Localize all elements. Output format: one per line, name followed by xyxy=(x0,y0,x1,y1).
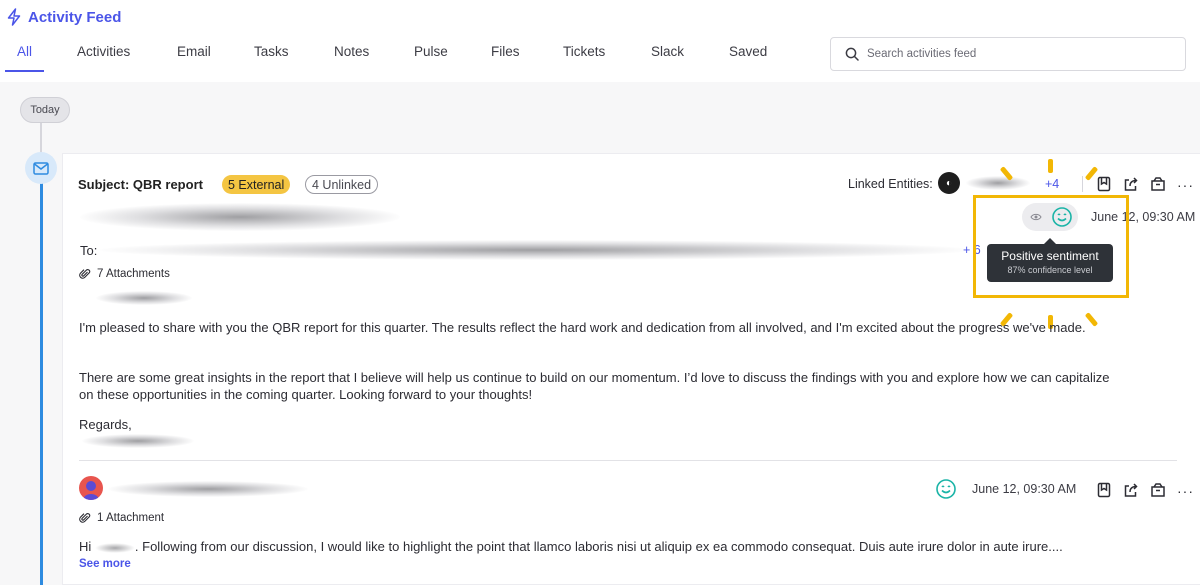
email-signoff: Regards, xyxy=(79,417,132,432)
timeline-mail-badge xyxy=(25,152,57,184)
search-icon xyxy=(845,47,859,61)
search-input[interactable] xyxy=(867,48,1167,60)
reply-text: . Following from our discussion, I would… xyxy=(134,539,1063,554)
linked-entities-label: Linked Entities: xyxy=(848,177,933,191)
top-bar: Activity Feed All Activities Email Tasks… xyxy=(0,0,1200,82)
tab-tasks[interactable]: Tasks xyxy=(254,44,289,70)
attachments-count: 7 Attachments xyxy=(97,268,170,280)
tab-all[interactable]: All xyxy=(4,44,45,72)
tab-activities[interactable]: Activities xyxy=(77,44,130,70)
tab-slack[interactable]: Slack xyxy=(651,44,684,70)
highlight-ray xyxy=(1048,159,1053,173)
page-title: Activity Feed xyxy=(28,8,122,26)
email-body-paragraph: I'm pleased to share with you the QBR re… xyxy=(79,320,1086,335)
divider xyxy=(1082,176,1083,192)
share-icon[interactable] xyxy=(1122,175,1140,193)
redacted-attachment xyxy=(96,291,192,305)
reply-date: June 12, 09:30 AM xyxy=(972,482,1077,496)
email-body-paragraph: There are some great insights in the rep… xyxy=(79,370,1110,402)
redacted-sender xyxy=(80,203,400,231)
linked-more-link[interactable]: +4 xyxy=(1045,177,1059,191)
tab-saved[interactable]: Saved xyxy=(729,44,767,70)
external-badge[interactable]: 5 External xyxy=(222,175,291,194)
bookmark-icon[interactable] xyxy=(1095,175,1113,193)
avatar[interactable] xyxy=(79,476,103,500)
email-subject: Subject: QBR report xyxy=(78,177,203,192)
redacted-name xyxy=(94,542,135,553)
see-more-link[interactable]: See more xyxy=(79,558,131,570)
tab-notes[interactable]: Notes xyxy=(334,44,369,70)
highlight-box xyxy=(973,195,1129,298)
redacted-signature xyxy=(82,434,194,448)
bookmark-icon[interactable] xyxy=(1095,481,1113,499)
search-box xyxy=(830,37,1186,71)
timeline-connector xyxy=(40,123,42,155)
smile-icon[interactable] xyxy=(935,478,957,500)
tab-files[interactable]: Files xyxy=(491,44,520,70)
redacted-recipients xyxy=(100,240,970,260)
attachments-count: 1 Attachment xyxy=(97,512,165,524)
attachments-link[interactable]: 1 Attachment xyxy=(79,512,164,524)
redacted-entity-name xyxy=(966,176,1030,190)
entity-avatar[interactable]: ◐ xyxy=(938,172,960,194)
redacted-sender xyxy=(108,481,308,497)
share-icon[interactable] xyxy=(1122,481,1140,499)
reply-greeting: Hi xyxy=(79,539,92,554)
mail-icon xyxy=(33,161,49,175)
reply-body: Hi . Following from our discussion, I wo… xyxy=(79,538,1119,555)
archive-icon[interactable] xyxy=(1149,481,1167,499)
paperclip-icon xyxy=(79,513,91,523)
more-icon[interactable]: ··· xyxy=(1177,483,1194,499)
paperclip-icon xyxy=(79,269,91,279)
tab-tickets[interactable]: Tickets xyxy=(563,44,605,70)
page-header: Activity Feed xyxy=(6,8,121,26)
timeline-line xyxy=(40,180,43,585)
day-pill: Today xyxy=(20,97,70,123)
thread-separator xyxy=(79,460,1177,461)
more-icon[interactable]: ··· xyxy=(1177,177,1194,193)
tab-email[interactable]: Email xyxy=(177,44,211,70)
bolt-icon xyxy=(7,8,21,26)
to-label: To: xyxy=(80,243,98,258)
unlinked-badge[interactable]: 4 Unlinked xyxy=(305,175,379,194)
attachments-link[interactable]: 7 Attachments xyxy=(79,268,170,280)
tab-pulse[interactable]: Pulse xyxy=(414,44,448,70)
archive-icon[interactable] xyxy=(1149,175,1167,193)
